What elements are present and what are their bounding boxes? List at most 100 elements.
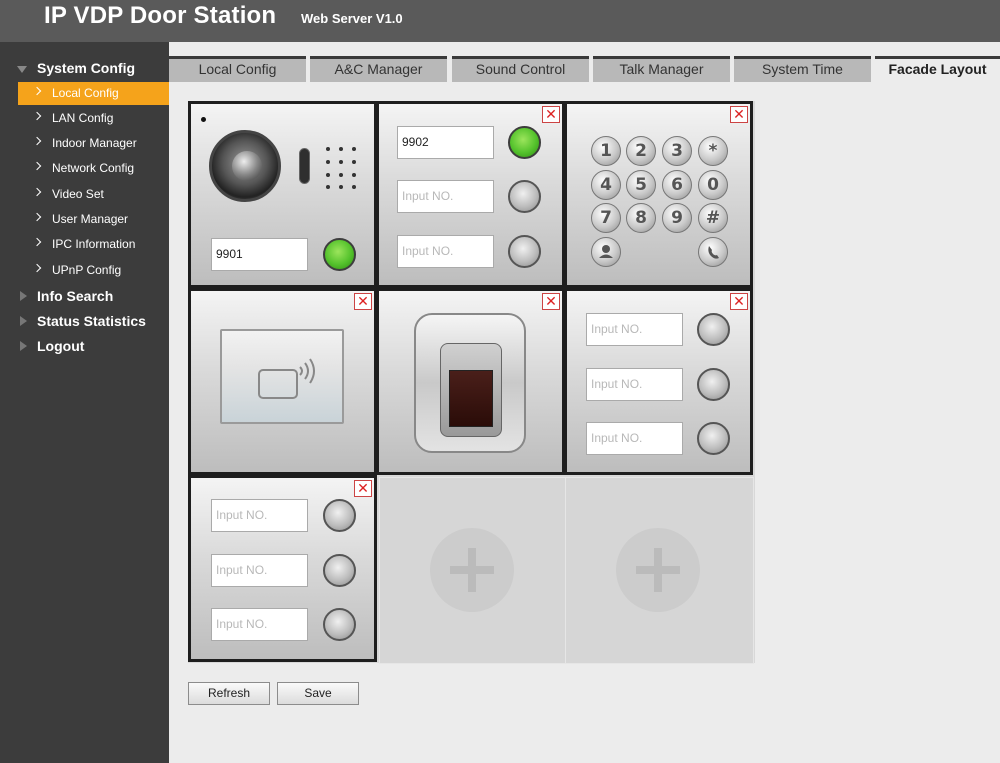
sidebar-item-network-config[interactable]: Network Config (18, 157, 169, 180)
sidebar-item-upnp-config[interactable]: UPnP Config (18, 259, 169, 282)
room-number-input[interactable]: Input NO. (211, 554, 308, 587)
collapsed-arrow-icon (20, 316, 27, 326)
wireless-wave-icon (299, 358, 315, 384)
person-icon (591, 237, 621, 267)
app-title: IP VDP Door Station (44, 2, 277, 29)
call-button[interactable] (508, 126, 541, 159)
rfid-card-icon (258, 369, 298, 399)
key-7: 7 (591, 203, 621, 233)
microphone-slot (299, 148, 310, 184)
sidebar-group-logout[interactable]: Logout (0, 335, 169, 357)
call-button[interactable] (697, 422, 730, 455)
sidebar-item-label: Video Set (52, 187, 104, 201)
add-icon (616, 528, 700, 612)
sidebar-item-label: UPnP Config (52, 263, 122, 277)
room-number-input[interactable]: Input NO. (586, 422, 683, 455)
chevron-right-icon (32, 187, 42, 197)
key-hash: # (698, 203, 728, 233)
tab-sound-control[interactable]: Sound Control (452, 56, 589, 82)
key-6: 6 (662, 170, 692, 200)
camera-lens (232, 151, 262, 181)
sidebar-item-indoor-manager[interactable]: Indoor Manager (18, 132, 169, 155)
sidebar-item-video-set[interactable]: Video Set (18, 183, 169, 206)
call-button[interactable] (508, 235, 541, 268)
key-5: 5 (626, 170, 656, 200)
tab-bar: Local Config A&C Manager Sound Control T… (169, 56, 1000, 82)
card-reader-panel (220, 329, 344, 424)
sidebar-item-label: IPC Information (52, 237, 136, 251)
sidebar-item-label: User Manager (52, 212, 129, 226)
sidebar-item-label: LAN Config (52, 111, 114, 125)
room-number-input[interactable]: Input NO. (586, 313, 683, 346)
sidebar-group-status-statistics[interactable]: Status Statistics (0, 310, 169, 332)
keypad-module[interactable]: ✕ 1 2 3 * 4 5 6 0 7 8 9 # (564, 101, 753, 288)
phone-icon (698, 237, 728, 267)
tab-local-config[interactable]: Local Config (169, 56, 306, 82)
refresh-button[interactable]: Refresh (188, 682, 270, 705)
call-button[interactable] (323, 554, 356, 587)
key-0: 0 (698, 170, 728, 200)
add-module-slot[interactable] (379, 477, 568, 664)
facade-layout-grid: 9901 ✕ 9902 Input NO. Input NO. ✕ 1 2 3 … (188, 101, 755, 664)
room-number-input[interactable]: 9902 (397, 126, 494, 159)
close-icon[interactable]: ✕ (730, 106, 748, 123)
add-module-slot[interactable] (565, 477, 754, 664)
close-icon[interactable]: ✕ (542, 293, 560, 310)
room-number-input[interactable]: Input NO. (397, 235, 494, 268)
key-2: 2 (626, 136, 656, 166)
save-button[interactable]: Save (277, 682, 359, 705)
camera-module[interactable]: 9901 (188, 101, 377, 288)
call-button[interactable] (697, 313, 730, 346)
close-icon[interactable]: ✕ (730, 293, 748, 310)
room-number-input[interactable]: Input NO. (211, 608, 308, 641)
key-4: 4 (591, 170, 621, 200)
room-number-input[interactable]: Input NO. (586, 368, 683, 401)
chevron-right-icon (32, 212, 42, 222)
chevron-right-icon (32, 136, 42, 146)
expand-arrow-icon (17, 66, 27, 73)
sidebar-item-local-config[interactable]: Local Config (18, 82, 169, 105)
sidebar-item-ipc-information[interactable]: IPC Information (18, 233, 169, 256)
room-number-input[interactable]: 9901 (211, 238, 308, 271)
button-module[interactable]: ✕ 9902 Input NO. Input NO. (376, 101, 565, 288)
tab-system-time[interactable]: System Time (734, 56, 871, 82)
card-reader-module[interactable]: ✕ (188, 288, 377, 475)
close-icon[interactable]: ✕ (354, 293, 372, 310)
call-button[interactable] (323, 608, 356, 641)
key-8: 8 (626, 203, 656, 233)
call-button[interactable] (508, 180, 541, 213)
call-button[interactable] (323, 238, 356, 271)
button-module[interactable]: ✕ Input NO. Input NO. Input NO. (564, 288, 753, 475)
fingerprint-sensor-icon (449, 370, 493, 427)
call-button[interactable] (323, 499, 356, 532)
sidebar-group-label: Logout (37, 338, 85, 354)
button-module[interactable]: ✕ Input NO. Input NO. Input NO. (188, 475, 377, 662)
app-subtitle: Web Server V1.0 (301, 11, 403, 26)
room-number-input[interactable]: Input NO. (397, 180, 494, 213)
collapsed-arrow-icon (20, 341, 27, 351)
fingerprint-reader (414, 313, 526, 453)
key-1: 1 (591, 136, 621, 166)
close-icon[interactable]: ✕ (542, 106, 560, 123)
sidebar: System Config Local Config LAN Config In… (0, 42, 169, 763)
close-icon[interactable]: ✕ (354, 480, 372, 497)
fingerprint-module[interactable]: ✕ (376, 288, 565, 475)
key-star: * (698, 136, 728, 166)
chevron-right-icon (32, 111, 42, 121)
camera-icon (209, 130, 281, 202)
sidebar-group-info-search[interactable]: Info Search (0, 285, 169, 307)
sidebar-item-lan-config[interactable]: LAN Config (18, 107, 169, 130)
header-bar: IP VDP Door Station Web Server V1.0 (0, 0, 1000, 42)
sidebar-group-label: Status Statistics (37, 313, 146, 329)
sidebar-item-user-manager[interactable]: User Manager (18, 208, 169, 231)
call-button[interactable] (697, 368, 730, 401)
tab-talk-manager[interactable]: Talk Manager (593, 56, 730, 82)
indicator-led (201, 117, 206, 122)
sidebar-item-label: Network Config (52, 161, 135, 175)
tab-facade-layout[interactable]: Facade Layout (875, 56, 1000, 82)
sidebar-group-system-config[interactable]: System Config (0, 57, 169, 79)
room-number-input[interactable]: Input NO. (211, 499, 308, 532)
chevron-right-icon (32, 161, 42, 171)
add-icon (430, 528, 514, 612)
tab-ac-manager[interactable]: A&C Manager (310, 56, 447, 82)
